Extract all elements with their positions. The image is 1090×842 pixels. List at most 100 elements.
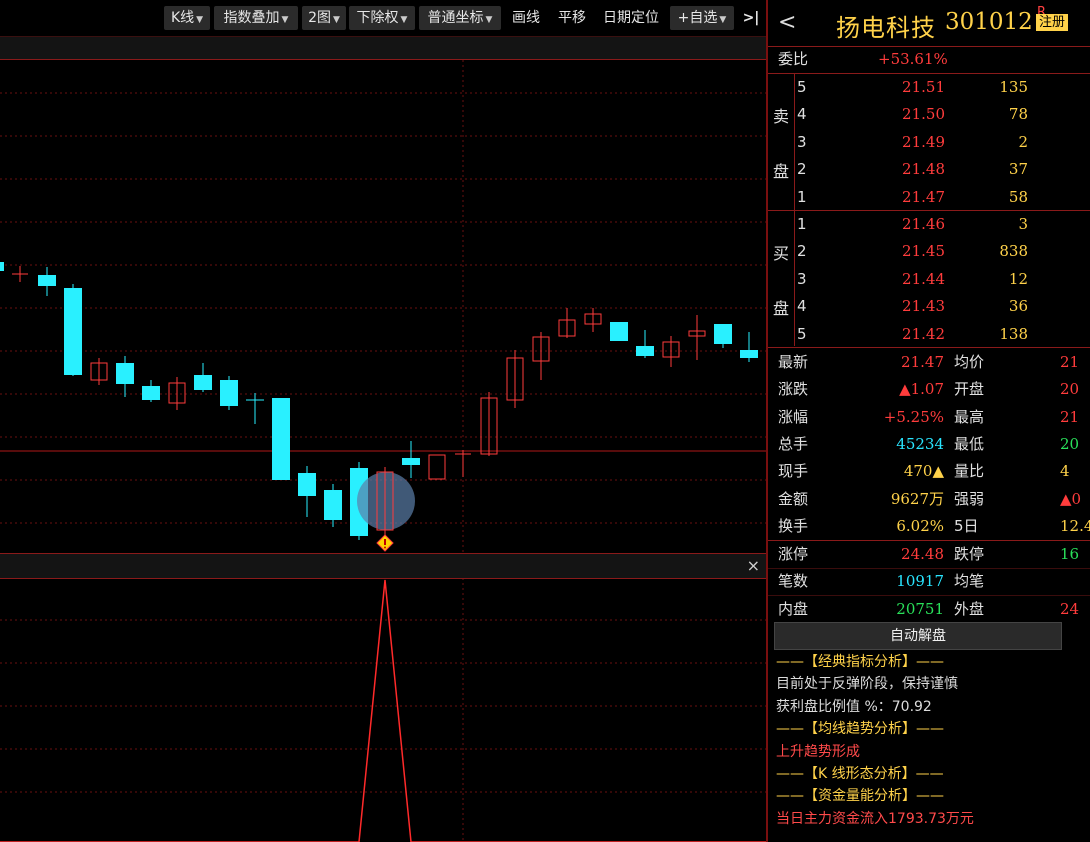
- analysis-line: ——【资金量能分析】——: [776, 788, 944, 805]
- candle: [714, 324, 732, 344]
- price-value: 21.50: [902, 105, 945, 124]
- volume-value: 36: [1008, 297, 1028, 316]
- volume-value: 135: [999, 78, 1028, 96]
- level-label: 5: [797, 78, 807, 96]
- volume-value: 838: [999, 242, 1028, 261]
- candle: [64, 288, 82, 375]
- volume-value: 138: [999, 324, 1028, 343]
- quote-row: 金额 9627万 强弱 ▲0: [768, 486, 1090, 513]
- stock-name: 扬电科技: [836, 14, 936, 42]
- quote-value: 6.02%: [896, 516, 944, 535]
- candle: [324, 490, 342, 520]
- register-badge[interactable]: 注册: [1036, 14, 1069, 31]
- analysis-line: ——【均线趋势分析】——: [776, 721, 944, 738]
- quote-label: 内盘: [778, 599, 809, 618]
- quote-label: 涨幅: [778, 407, 809, 426]
- buy-row[interactable]: 1 21.46 3: [768, 211, 1090, 238]
- price-value: 21.43: [902, 297, 945, 316]
- add-favorite-dropdown[interactable]: +自选 ▼: [670, 6, 734, 30]
- analysis-line: ——【经典指标分析】——: [776, 654, 944, 670]
- quote-value: 21.47: [901, 353, 944, 371]
- date-locate-button[interactable]: 日期定位: [596, 6, 666, 30]
- add-favorite-label: +自选: [677, 10, 718, 26]
- quote-label: 换手: [778, 516, 809, 535]
- analysis-line: 当日主力资金流入1793.73万元: [776, 810, 974, 827]
- buy-row[interactable]: 4 21.43 36: [768, 293, 1090, 320]
- chevron-down-icon: ▼: [400, 15, 408, 25]
- draw-button[interactable]: 画线: [506, 6, 546, 30]
- quote-value: 45234: [896, 434, 944, 453]
- price-value: 21.46: [902, 215, 945, 233]
- quote-label: 涨停: [778, 545, 809, 563]
- candle: [402, 458, 420, 465]
- quote-row: 最新 21.47 均价 21: [768, 349, 1090, 376]
- quote-row: 涨幅 +5.25% 最高 21: [768, 404, 1090, 431]
- level-label: 3: [797, 269, 807, 288]
- expand-panel-icon[interactable]: >|: [740, 6, 762, 30]
- adjust-dropdown[interactable]: 下除权 ▼: [349, 6, 415, 30]
- quote-value: 24: [1060, 599, 1080, 618]
- sell-row[interactable]: 1 21.47 58: [768, 184, 1090, 211]
- candle: [740, 350, 758, 358]
- candle: [38, 275, 56, 286]
- candlestick-series: [0, 262, 758, 540]
- quote-value: 21: [1060, 353, 1080, 371]
- price-value: 21.48: [902, 160, 945, 179]
- analysis-line: ——【K 线形态分析】——: [776, 766, 944, 782]
- chevron-down-icon: ▼: [281, 15, 289, 25]
- quote-value: 20751: [896, 599, 944, 618]
- two-charts-dropdown[interactable]: 2图 ▼: [302, 6, 346, 30]
- index-overlay-dropdown[interactable]: 指数叠加 ▼: [214, 6, 298, 30]
- auto-analyze-button[interactable]: 自动解盘: [774, 622, 1062, 650]
- coord-dropdown[interactable]: 普通坐标 ▼: [419, 6, 501, 30]
- stock-header: < 扬电科技 301012 R 注册: [768, 0, 1090, 47]
- buy-row[interactable]: 3 21.44 12: [768, 266, 1090, 293]
- candle: [298, 473, 316, 496]
- level-label: 2: [797, 160, 807, 179]
- quote-row: 现手 470▲ 量比 4: [768, 458, 1090, 485]
- quote-label: 均价: [954, 353, 985, 371]
- volume-value: 37: [1008, 160, 1028, 179]
- candle: [428, 454, 446, 480]
- analysis-line: 上升趋势形成: [776, 743, 860, 760]
- quote-value: 16: [1060, 545, 1080, 563]
- chart-subheader: [0, 36, 766, 60]
- sell-row[interactable]: 4 21.50 78: [768, 101, 1090, 128]
- indicator-line: [0, 579, 766, 842]
- candle: [220, 380, 238, 406]
- quote-label: 外盘: [954, 599, 985, 618]
- sell-row[interactable]: 2 21.48 37: [768, 156, 1090, 183]
- candle: [636, 346, 654, 356]
- chevron-down-icon: ▼: [485, 15, 493, 25]
- candle: [272, 398, 290, 480]
- level-label: 2: [797, 242, 807, 261]
- sell-row[interactable]: 3 21.49 2: [768, 129, 1090, 156]
- quote-label: 最高: [954, 407, 985, 426]
- sell-row[interactable]: 5 21.51 135: [768, 74, 1090, 101]
- signal-marker-icon[interactable]: [376, 534, 394, 552]
- kline-chart-area[interactable]: K线 ▼ 指数叠加 ▼ 2图 ▼ 下除权 ▼ 普通坐标 ▼ 画线 平移 日期定位 +自选 ▼…: [0, 0, 766, 842]
- price-value: 21.51: [902, 78, 945, 96]
- buy-row[interactable]: 2 21.45 838: [768, 238, 1090, 265]
- quote-value: 4: [1060, 462, 1070, 481]
- back-arrow-icon[interactable]: <: [778, 10, 796, 35]
- quote-label: 均笔: [954, 572, 985, 591]
- level-label: 1: [797, 187, 807, 206]
- level-label: 1: [797, 215, 807, 233]
- quote-value: ▲1.07: [899, 380, 944, 399]
- buy-row[interactable]: 5 21.42 138: [768, 321, 1090, 348]
- level-label: 3: [797, 132, 807, 151]
- pan-button[interactable]: 平移: [552, 6, 592, 30]
- price-value: 21.45: [902, 242, 945, 261]
- candle: [142, 386, 160, 400]
- two-charts-label: 2图: [308, 10, 331, 26]
- kline-period-dropdown[interactable]: K线 ▼: [164, 6, 210, 30]
- quote-label: 开盘: [954, 380, 985, 399]
- chevron-down-icon: ▼: [196, 15, 204, 25]
- kline-canvas[interactable]: [0, 0, 766, 842]
- kline-label: K线: [170, 10, 195, 26]
- level-label: 4: [797, 105, 807, 124]
- close-icon[interactable]: ×: [747, 554, 760, 578]
- analysis-line: 获利盘比例值 %：70.92: [776, 698, 932, 715]
- quote-row: 涨停 24.48 跌停 16: [768, 541, 1090, 568]
